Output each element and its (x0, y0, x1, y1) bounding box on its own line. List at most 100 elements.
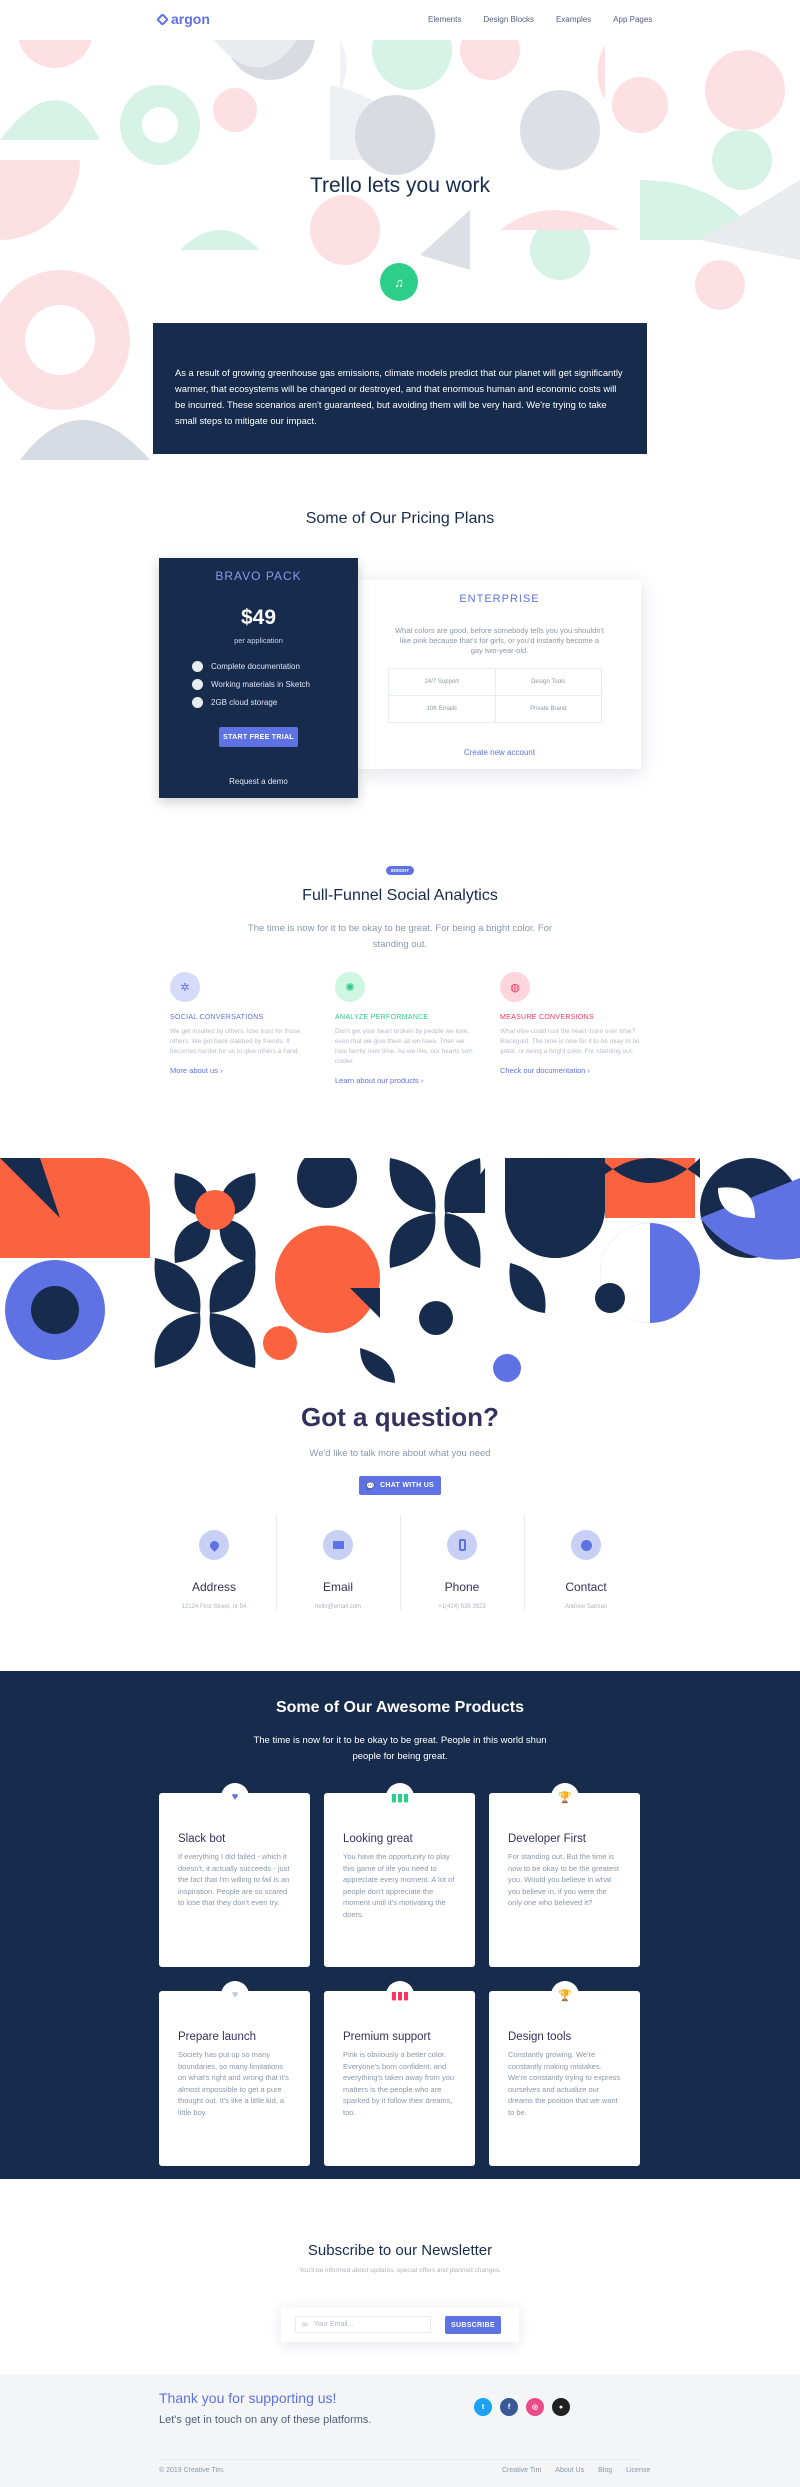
hero-text-card: As a result of growing greenhouse gas em… (153, 323, 647, 454)
email-contact: Email hello@email.com (277, 1530, 399, 1610)
newsletter-title: Subscribe to our Newsletter (307, 2242, 493, 2259)
social-conversations-column: ✲ SOCIAL CONVERSATIONS We get insulted b… (170, 972, 310, 1075)
brand-logo[interactable]: argon (156, 11, 210, 27)
start-free-trial-button[interactable]: START FREE TRIAL (219, 727, 298, 747)
product-card[interactable]: ♥ Prepare launch Society has put up so m… (159, 1981, 310, 2166)
twitter-icon[interactable]: t (474, 2398, 492, 2416)
mail-icon: ✉ (302, 2321, 308, 2329)
products-title: Some of Our Awesome Products (275, 1699, 525, 1716)
heart-icon: ♥ (221, 1981, 249, 2009)
table-row: 10K Emails Private Brand (388, 695, 602, 723)
person-contact: Contact Andrew Samian (525, 1530, 647, 1610)
bravo-pack-name: BRAVO PACK (215, 569, 302, 583)
footer-links: Creative Tim About Us Blog License (502, 2467, 650, 2474)
chat-icon: 💬 (365, 1482, 375, 1490)
bravo-features: Complete documentation Working materials… (192, 661, 310, 715)
geometric-pattern (0, 1158, 800, 1383)
phone-icon (447, 1530, 477, 1560)
card-title: Developer First (508, 1833, 586, 1845)
insight-badge: INSIGHT (386, 866, 414, 875)
enterprise-features-table: 24/7 Support Design Tools 10K Emails Priva… (388, 668, 602, 723)
card-title: Design tools (508, 2031, 572, 2043)
trophy-icon: 🏆 (551, 1981, 579, 2009)
card-title: Premium support (343, 2031, 431, 2043)
card-text: Pink is obviously a better color. Everyo… (343, 2050, 455, 2117)
table-row: 24/7 Support Design Tools (388, 668, 602, 696)
pin-icon (199, 1530, 229, 1560)
navbar: argon Elements Design Blocks Examples Ap… (0, 0, 800, 40)
card-text: Constantly growing. We're constantly mak… (508, 2050, 621, 2117)
bravo-price: $49 (240, 606, 277, 629)
column-heading: ANALYZE PERFORMANCE (335, 1014, 429, 1021)
column-text: Don't get your heart broken by people we… (335, 1028, 473, 1065)
social-buttons: t f ◎ ● (474, 2398, 570, 2416)
more-about-us-link[interactable]: More about us › (170, 1066, 310, 1075)
argon-logo-icon (156, 12, 169, 26)
feature-item: Working materials in Sketch (192, 679, 310, 690)
nav-link-app-pages[interactable]: App Pages (613, 15, 652, 24)
facebook-icon[interactable]: f (500, 2398, 518, 2416)
analytics-title: Full-Funnel Social Analytics (302, 887, 498, 904)
atom-icon: ✺ (335, 972, 365, 1002)
table-cell: Design Tools (494, 668, 602, 696)
card-text: If everything I did failed - which it do… (178, 1852, 290, 1907)
contact-label: Address (191, 1580, 237, 1594)
contact-value: Andrew Samian (564, 1604, 608, 1610)
check-documentation-link[interactable]: Check our documentation › (500, 1066, 640, 1075)
card-text: For standing out. But the time is now to… (508, 1852, 619, 1907)
column-text: We get insulted by others, lose trust fo… (170, 1028, 301, 1055)
hero-section: Trello lets you work ♫ As a result of gr… (0, 40, 800, 470)
footer: Thank you for supporting us! Let's get i… (0, 2374, 800, 2487)
products-subtitle: The time is now for it to be okay to be … (253, 1735, 547, 1762)
newsletter-form: ✉ Your Email... SUBSCRIBE (281, 2307, 519, 2342)
footer-touch: Let's get in touch on any of these platf… (159, 2414, 372, 2426)
enterprise-text: What colors are good, before somebody te… (394, 626, 605, 655)
pricing-title: Some of Our Pricing Plans (305, 510, 495, 527)
settings-icon: ✲ (170, 972, 200, 1002)
product-card[interactable]: 🏆 Design tools Constantly growing. We're… (489, 1981, 640, 2166)
learn-products-link[interactable]: Learn about our products › (335, 1076, 475, 1085)
nav-link-design-blocks[interactable]: Design Blocks (483, 15, 534, 24)
contact-value: hello@email.com (314, 1604, 362, 1610)
enterprise-name: ENTERPRISE (459, 593, 540, 605)
product-card[interactable]: ▮▮▮ Looking great You have the opportuni… (324, 1783, 475, 1967)
measure-conversions-column: ◍ MEASURE CONVERSIONS What else could ru… (500, 972, 640, 1075)
footer-link-blog[interactable]: Blog (598, 2467, 612, 2474)
check-icon (192, 661, 203, 672)
request-demo-link[interactable]: Request a demo (159, 777, 358, 786)
analyze-performance-column: ✺ ANALYZE PERFORMANCE Don't get your hea… (335, 972, 475, 1085)
contact-label: Phone (444, 1580, 480, 1594)
product-card[interactable]: ▮▮▮ Premium support Pink is obviously a … (324, 1981, 475, 2166)
card-text: You have the opportunity to play this ga… (343, 1852, 455, 1919)
subscribe-button[interactable]: SUBSCRIBE (445, 2316, 501, 2334)
contact-label: Contact (565, 1580, 607, 1594)
footer-link-creative-tim[interactable]: Creative Tim (502, 2467, 541, 2474)
column-heading: MEASURE CONVERSIONS (500, 1014, 594, 1021)
github-icon[interactable]: ● (552, 2398, 570, 2416)
check-icon (192, 679, 203, 690)
nav-link-elements[interactable]: Elements (428, 15, 461, 24)
chat-with-us-button[interactable]: 💬 CHAT WITH US (359, 1476, 441, 1495)
create-account-link[interactable]: Create new account (358, 748, 641, 757)
product-card[interactable]: ♥ Slack bot If everything I did failed -… (159, 1783, 310, 1967)
table-cell: 24/7 Support (388, 668, 496, 696)
contact-label: Email (322, 1580, 353, 1594)
contact-value: 12124 First Street, nr 54 (181, 1604, 247, 1610)
footer-link-license[interactable]: License (626, 2467, 650, 2474)
product-card[interactable]: 🏆 Developer First For standing out. But … (489, 1783, 640, 1967)
email-input[interactable]: ✉ Your Email... (295, 2316, 431, 2333)
nav-link-examples[interactable]: Examples (556, 15, 591, 24)
world-icon: ◍ (500, 972, 530, 1002)
dribbble-icon[interactable]: ◎ (526, 2398, 544, 2416)
contact-value: +1(424) 535 3523 (438, 1604, 486, 1610)
feature-item: Complete documentation (192, 661, 310, 672)
hero-text: As a result of growing greenhouse gas em… (175, 367, 623, 426)
card-title: Looking great (343, 1833, 413, 1845)
footer-link-about-us[interactable]: About Us (555, 2467, 584, 2474)
user-icon (571, 1530, 601, 1560)
nav-links: Elements Design Blocks Examples App Page… (428, 15, 674, 24)
phone-contact: Phone +1(424) 535 3523 (401, 1530, 523, 1610)
column-heading: SOCIAL CONVERSATIONS (170, 1014, 264, 1021)
footer-divider (159, 2459, 641, 2460)
enterprise-card: ENTERPRISE What colors are good, before … (358, 580, 641, 769)
